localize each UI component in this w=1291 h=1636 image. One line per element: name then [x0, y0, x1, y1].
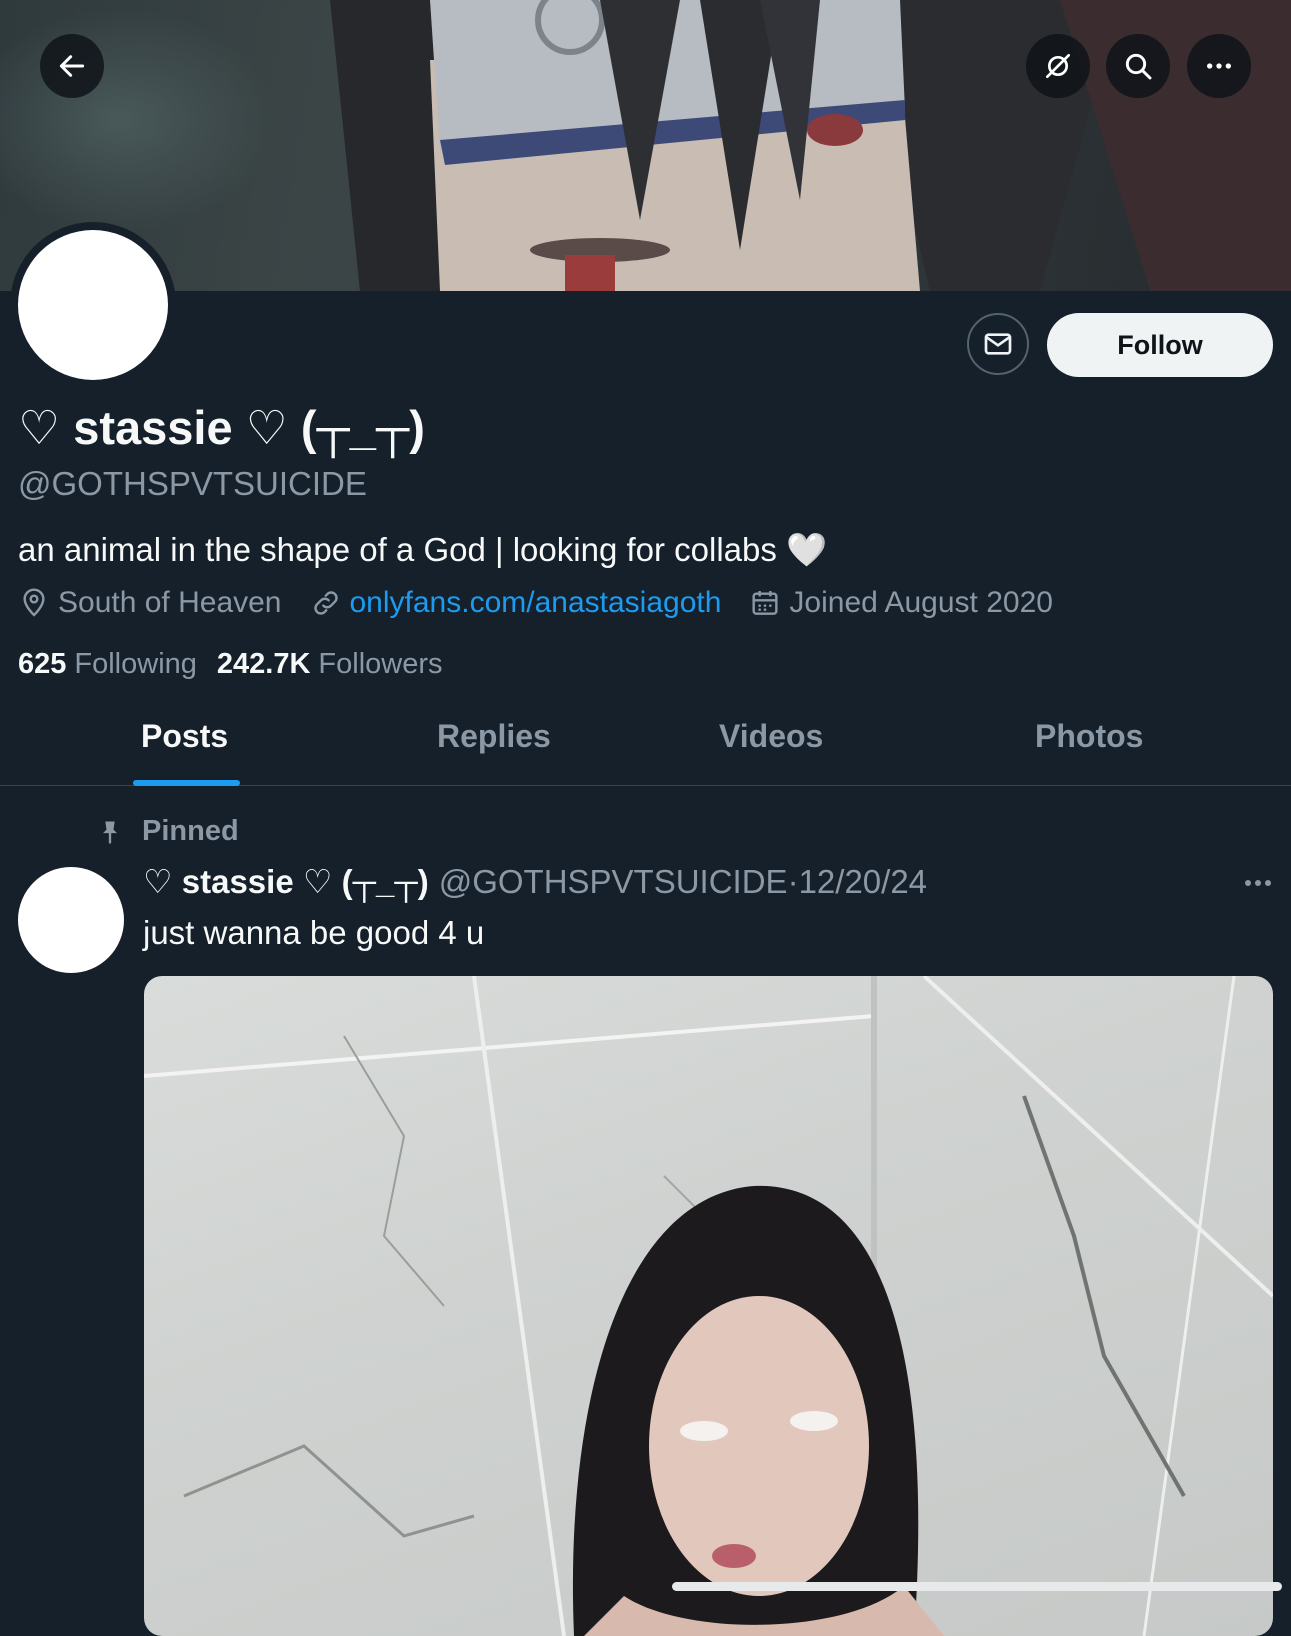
grok-button[interactable] [1026, 34, 1090, 98]
more-icon [1245, 880, 1271, 886]
website-link[interactable]: onlyfans.com/anastasiagoth [350, 586, 722, 620]
arrow-left-icon [59, 55, 85, 77]
pinned-label: Pinned [96, 815, 239, 848]
profile-stats: 625 Following 242.7K Followers [18, 648, 463, 681]
back-button[interactable] [40, 34, 104, 98]
profile-handle: @GOTHSPVTSUICIDE [18, 465, 367, 502]
more-options-button[interactable] [1187, 34, 1251, 98]
banner-image [330, 0, 1291, 291]
envelope-icon [984, 333, 1012, 355]
profile-display-name: ♡ stassie ♡ (┬_┬) [18, 401, 425, 454]
profile-bio: an animal in the shape of a God | lookin… [18, 531, 828, 568]
search-icon [1125, 53, 1152, 80]
post-author-name[interactable]: ♡ stassie ♡ (┬_┬) [143, 862, 429, 901]
post-photo [144, 976, 1273, 1636]
tab-replies[interactable]: Replies [437, 718, 551, 755]
scrollbar[interactable] [672, 1582, 1282, 1591]
profile-joined: Joined August 2020 [749, 586, 1053, 620]
profile-meta: South of Heaven onlyfans.com/anastasiago… [18, 586, 1081, 620]
location-pin-icon [23, 588, 45, 617]
post-media[interactable] [144, 976, 1273, 1636]
followers-stat[interactable]: 242.7K Followers [217, 648, 443, 681]
message-button[interactable] [967, 313, 1029, 375]
post-author-handle[interactable]: @GOTHSPVTSUICIDE [439, 863, 788, 901]
following-stat[interactable]: 625 Following [18, 648, 197, 681]
link-icon [313, 591, 338, 615]
joined-text: Joined August 2020 [789, 586, 1053, 619]
profile-website[interactable]: onlyfans.com/anastasiagoth [310, 586, 722, 620]
active-tab-indicator [133, 780, 240, 786]
calendar-icon [752, 591, 778, 615]
follow-button[interactable]: Follow [1047, 313, 1273, 377]
search-button[interactable] [1106, 34, 1170, 98]
tab-posts[interactable]: Posts [141, 718, 228, 755]
profile-banner[interactable] [0, 0, 1291, 291]
following-label: Following [74, 648, 197, 680]
post-date[interactable]: 12/20/24 [799, 863, 927, 901]
pin-icon [103, 821, 117, 844]
post-separator: · [787, 863, 799, 900]
profile-location: South of Heaven [18, 586, 282, 620]
avatar-ring [10, 222, 176, 388]
followers-count: 242.7K [216, 648, 311, 680]
grok-icon [1046, 54, 1070, 78]
post-text: just wanna be good 4 u [143, 914, 485, 951]
tab-videos[interactable]: Videos [719, 718, 823, 755]
following-count: 625 [18, 648, 67, 680]
post-avatar[interactable] [18, 867, 124, 973]
profile-tabs: Posts Replies Videos Photos [0, 700, 1291, 786]
followers-label: Followers [318, 648, 443, 680]
pinned-text: Pinned [142, 815, 239, 847]
location-text: South of Heaven [58, 586, 282, 619]
avatar[interactable] [18, 230, 168, 380]
tab-photos[interactable]: Photos [1035, 718, 1143, 755]
post-header: ♡ stassie ♡ (┬_┬) @GOTHSPVTSUICIDE · 12/… [143, 862, 927, 901]
more-icon [1207, 63, 1231, 69]
post-more-button[interactable] [1240, 868, 1276, 898]
